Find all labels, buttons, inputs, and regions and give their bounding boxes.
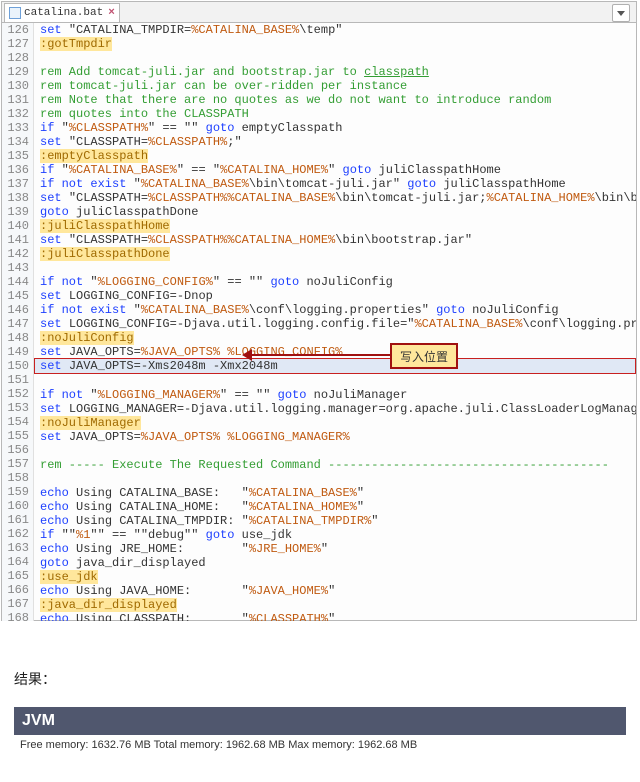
jvm-title: JVM <box>22 712 55 730</box>
code-line: rem ----- Execute The Requested Command … <box>34 458 636 472</box>
code-line <box>34 51 636 65</box>
code-line: rem quotes into the CLASSPATH <box>34 107 636 121</box>
code-lines: set "CATALINA_TMPDIR=%CATALINA_BASE%\tem… <box>34 23 636 621</box>
code-line: :gotTmpdir <box>34 37 636 51</box>
tab-catalina-bat[interactable]: catalina.bat × <box>4 3 120 23</box>
code-line: set JAVA_OPTS=%JAVA_OPTS% %LOGGING_CONFI… <box>34 345 636 359</box>
code-line <box>34 261 636 275</box>
code-line <box>34 444 636 458</box>
code-area[interactable]: 1261271281291301311321331341351361371381… <box>2 23 636 621</box>
code-line: :noJuliConfig <box>34 331 636 345</box>
code-line <box>34 374 636 388</box>
code-line: set JAVA_OPTS=%JAVA_OPTS% %LOGGING_MANAG… <box>34 430 636 444</box>
code-line: set "CLASSPATH=%CLASSPATH%%CATALINA_BASE… <box>34 191 636 205</box>
tab-label: catalina.bat <box>24 7 103 19</box>
code-line: echo Using JRE_HOME: "%JRE_HOME%" <box>34 542 636 556</box>
tab-bar: catalina.bat × <box>2 2 636 23</box>
annotation-arrow <box>250 354 390 356</box>
code-line: if ""%1"" == ""debug"" goto use_jdk <box>34 528 636 542</box>
code-line: goto java_dir_displayed <box>34 556 636 570</box>
code-line: set "CATALINA_TMPDIR=%CATALINA_BASE%\tem… <box>34 23 636 37</box>
code-line: goto juliClasspathDone <box>34 205 636 219</box>
code-line <box>34 472 636 486</box>
code-line: if not exist "%CATALINA_BASE%\bin\tomcat… <box>34 177 636 191</box>
code-line: rem Add tomcat-juli.jar and bootstrap.ja… <box>34 65 636 79</box>
code-line: if not "%LOGGING_MANAGER%" == "" goto no… <box>34 388 636 402</box>
code-line: if "%CLASSPATH%" == "" goto emptyClasspa… <box>34 121 636 135</box>
code-line: if "%CATALINA_BASE%" == "%CATALINA_HOME%… <box>34 163 636 177</box>
code-line: echo Using CATALINA_TMPDIR: "%CATALINA_T… <box>34 514 636 528</box>
code-line: if not exist "%CATALINA_BASE%\conf\loggi… <box>34 303 636 317</box>
code-line: if not "%LOGGING_CONFIG%" == "" goto noJ… <box>34 275 636 289</box>
jvm-stats: Free memory: 1632.76 MB Total memory: 19… <box>20 739 640 751</box>
code-line: echo Using CATALINA_HOME: "%CATALINA_HOM… <box>34 500 636 514</box>
line-number-gutter: 1261271281291301311321331341351361371381… <box>2 23 34 621</box>
close-icon[interactable]: × <box>108 7 115 19</box>
annotation-callout: 写入位置 <box>390 343 458 369</box>
tab-overflow-button[interactable] <box>612 4 630 22</box>
chevron-down-icon <box>617 11 625 16</box>
code-line: :use_jdk <box>34 570 636 584</box>
result-label: 结果： <box>14 669 640 689</box>
file-icon <box>9 7 21 19</box>
code-line: echo Using CATALINA_BASE: "%CATALINA_BAS… <box>34 486 636 500</box>
annotation-text: 写入位置 <box>400 348 448 365</box>
code-line: :noJuliManager <box>34 416 636 430</box>
code-line: rem Note that there are no quotes as we … <box>34 93 636 107</box>
code-line: rem tomcat-juli.jar can be over-ridden p… <box>34 79 636 93</box>
code-line: :java_dir_displayed <box>34 598 636 612</box>
highlighted-line: set JAVA_OPTS=-Xms2048m -Xmx2048m <box>34 358 636 374</box>
code-editor: catalina.bat × 1261271281291301311321331… <box>1 1 637 621</box>
code-line: set LOGGING_MANAGER=-Djava.util.logging.… <box>34 402 636 416</box>
code-line: set LOGGING_CONFIG=-Djava.util.logging.c… <box>34 317 636 331</box>
code-line: :juliClasspathHome <box>34 219 636 233</box>
code-line: set "CLASSPATH=%CLASSPATH%%CATALINA_HOME… <box>34 233 636 247</box>
code-line: :emptyClasspath <box>34 149 636 163</box>
code-line: :juliClasspathDone <box>34 247 636 261</box>
code-line: set "CLASSPATH=%CLASSPATH%;" <box>34 135 636 149</box>
code-line: set LOGGING_CONFIG=-Dnop <box>34 289 636 303</box>
annotation-arrow-head <box>242 349 252 361</box>
code-line: echo Using CLASSPATH: "%CLASSPATH%" <box>34 612 636 621</box>
code-line: echo Using JAVA_HOME: "%JAVA_HOME%" <box>34 584 636 598</box>
jvm-header: JVM <box>14 707 626 735</box>
